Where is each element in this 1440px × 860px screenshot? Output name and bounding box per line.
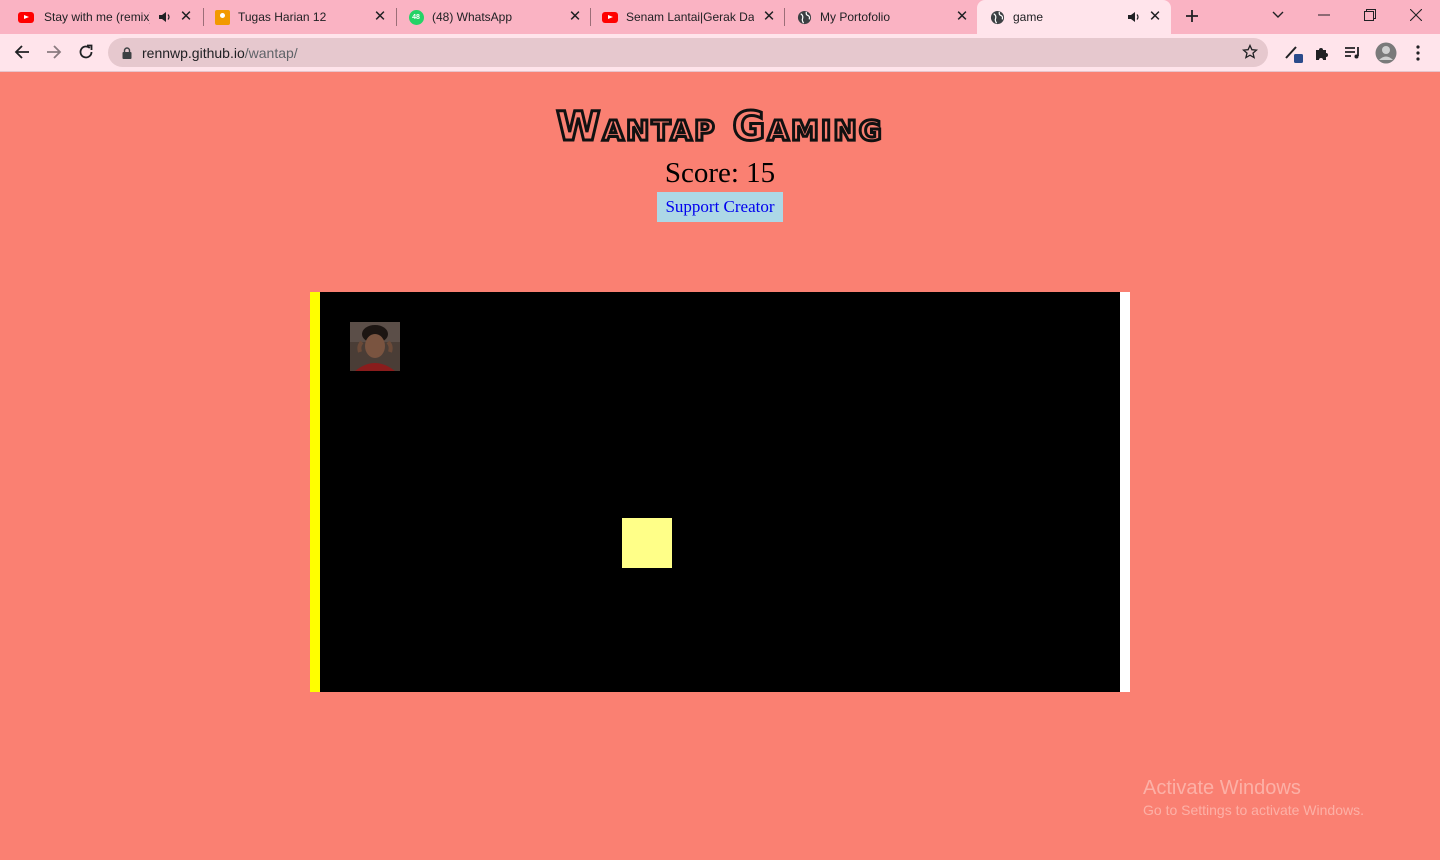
player-avatar[interactable] (350, 322, 400, 371)
close-window-icon[interactable] (1402, 4, 1430, 26)
tab-strip: Stay with me (remix) ✕ Tugas Harian 12 ✕… (0, 0, 1440, 34)
tab-title: Tugas Harian 12 (238, 10, 327, 24)
close-tab-icon[interactable]: ✕ (178, 9, 194, 25)
tab-search-chevron-down-icon[interactable] (1264, 4, 1292, 26)
close-tab-icon[interactable]: ✕ (372, 9, 388, 25)
close-tab-icon[interactable]: ✕ (1147, 9, 1163, 25)
target-square[interactable] (622, 518, 672, 568)
bookmark-star-icon[interactable] (1241, 43, 1259, 65)
tab-youtube-stay-with-me[interactable]: Stay with me (remix) ✕ (0, 0, 200, 34)
lock-icon[interactable] (122, 46, 132, 64)
reload-icon[interactable] (74, 40, 98, 64)
whatsapp-icon: 48 (408, 9, 424, 25)
tab-whatsapp[interactable]: 48 (48) WhatsApp ✕ (390, 0, 585, 34)
new-tab-plus-icon[interactable] (1180, 4, 1204, 28)
close-tab-icon[interactable]: ✕ (761, 9, 777, 25)
score-label: Score: (664, 157, 739, 189)
youtube-icon (18, 9, 34, 25)
tab-title: My Portofolio (820, 10, 891, 24)
tab-title: Stay with me (remix) (44, 10, 150, 24)
extension-pen-icon[interactable] (1282, 42, 1304, 64)
minimize-icon[interactable] (1310, 4, 1338, 26)
tab-my-portofolio[interactable]: My Portofolio ✕ (778, 0, 973, 34)
forward-arrow-icon[interactable] (42, 40, 66, 64)
page-title: Wantap Gaming (555, 103, 884, 152)
youtube-icon (602, 9, 618, 25)
tab-title: (48) WhatsApp (432, 10, 513, 24)
close-tab-icon[interactable]: ✕ (567, 9, 583, 25)
speaker-icon[interactable] (158, 9, 172, 25)
classroom-icon (214, 9, 230, 25)
score-display: Score: 15 (0, 157, 1440, 190)
extensions-puzzle-icon[interactable] (1311, 42, 1333, 64)
support-creator-button[interactable]: Support Creator (657, 192, 783, 222)
watermark-line-2: Go to Settings to activate Windows. (1143, 802, 1364, 818)
media-queue-icon[interactable] (1342, 42, 1364, 64)
restore-icon[interactable] (1356, 4, 1384, 26)
tab-game[interactable]: game ✕ (977, 0, 1171, 34)
close-tab-icon[interactable]: ✕ (954, 9, 970, 25)
tab-title: Senam Lantai|Gerak Da (626, 10, 754, 24)
more-options-icon[interactable] (1407, 42, 1429, 64)
game-board[interactable] (310, 292, 1130, 692)
url-text: rennwp.github.io/wantap/ (142, 45, 298, 61)
speaker-icon[interactable] (1127, 9, 1141, 25)
left-wall (310, 292, 320, 692)
globe-icon (796, 9, 812, 25)
tab-youtube-senam-lantai[interactable]: Senam Lantai|Gerak Da ✕ (584, 0, 779, 34)
tab-title: game (1013, 10, 1044, 24)
right-wall (1120, 292, 1130, 692)
address-bar[interactable]: rennwp.github.io/wantap/ (108, 38, 1268, 67)
browser-toolbar: rennwp.github.io/wantap/ (0, 34, 1440, 72)
activate-windows-watermark: Activate Windows Go to Settings to activ… (1143, 777, 1364, 818)
profile-avatar[interactable] (1375, 42, 1397, 64)
back-arrow-icon[interactable] (10, 40, 34, 64)
globe-icon (989, 9, 1005, 25)
tab-tugas-harian[interactable]: Tugas Harian 12 ✕ (196, 0, 391, 34)
watermark-line-1: Activate Windows (1143, 777, 1301, 799)
score-value: 15 (746, 157, 776, 189)
